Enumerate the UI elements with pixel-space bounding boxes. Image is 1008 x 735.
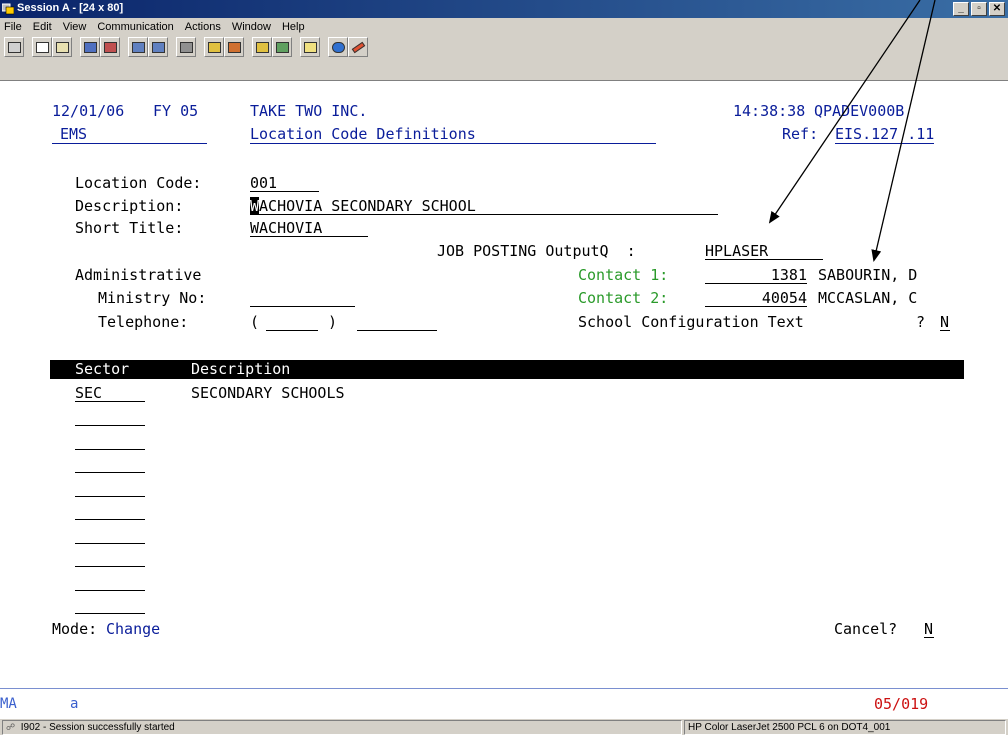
sector-field[interactable]: SEC bbox=[75, 384, 145, 402]
printer-name: HP Color LaserJet 2500 PCL 6 on DOT4_001 bbox=[688, 722, 891, 733]
status-message-pane: ☍ I902 - Session successfully started bbox=[2, 720, 682, 735]
receive-icon[interactable] bbox=[100, 37, 120, 57]
header-device: QPADEV000B bbox=[814, 102, 905, 120]
window-titlebar[interactable]: Session A - [24 x 80] _ ▫ ✕ bbox=[0, 0, 1008, 18]
telephone-number-field[interactable] bbox=[357, 313, 437, 331]
macro-play-icon[interactable] bbox=[148, 37, 168, 57]
menu-help[interactable]: Help bbox=[282, 21, 305, 33]
ref-value[interactable]: EIS.127 .11 bbox=[835, 125, 935, 144]
menu-edit[interactable]: Edit bbox=[33, 21, 52, 33]
sector-field[interactable] bbox=[75, 408, 145, 426]
ministry-no-field[interactable] bbox=[250, 289, 355, 307]
description-text: ACHOVIA SECONDARY SCHOOL bbox=[259, 197, 476, 215]
job-posting-label: JOB POSTING OutputQ : bbox=[437, 242, 636, 260]
page-title: Location Code Definitions bbox=[250, 125, 656, 144]
transfer-send-icon[interactable] bbox=[252, 37, 272, 57]
short-title-label: Short Title: bbox=[75, 219, 184, 237]
header-fiscal-year: FY 05 bbox=[153, 102, 199, 120]
sector-field[interactable] bbox=[75, 432, 145, 450]
macro-record-icon[interactable] bbox=[128, 37, 148, 57]
contact2-id-field[interactable]: 40054 bbox=[705, 289, 807, 307]
window-title: Session A - [24 x 80] bbox=[17, 2, 124, 14]
sector-field[interactable] bbox=[75, 549, 145, 567]
job-posting-outputq-field[interactable]: HPLASER bbox=[705, 242, 823, 260]
display-icon[interactable] bbox=[4, 37, 24, 57]
menu-bar: File Edit View Communication Actions Win… bbox=[0, 18, 1008, 35]
operator-info-area: MA a 05/019 bbox=[0, 688, 1008, 718]
ministry-no-label: Ministry No: bbox=[98, 289, 207, 307]
mode-label: Mode: bbox=[52, 620, 98, 638]
pencil-icon[interactable] bbox=[348, 37, 368, 57]
header-time: 14:38:38 bbox=[733, 102, 806, 120]
location-code-label: Location Code: bbox=[75, 174, 202, 192]
status-message: I902 - Session successfully started bbox=[20, 722, 175, 733]
send-icon[interactable] bbox=[80, 37, 100, 57]
session-icon bbox=[2, 3, 14, 15]
menu-actions[interactable]: Actions bbox=[185, 21, 221, 33]
sector-field[interactable] bbox=[75, 596, 145, 614]
sector-field[interactable] bbox=[75, 455, 145, 473]
keyboard-map-icon[interactable] bbox=[204, 37, 224, 57]
sector-description: SECONDARY SCHOOLS bbox=[191, 384, 345, 402]
telephone-open-paren: ( bbox=[250, 313, 260, 331]
sector-column-header: Sector bbox=[75, 360, 130, 380]
menu-window[interactable]: Window bbox=[232, 21, 271, 33]
print-screen-icon[interactable] bbox=[176, 37, 196, 57]
sector-field[interactable] bbox=[75, 526, 145, 544]
cancel-field[interactable]: N bbox=[924, 620, 934, 638]
sector-table-header: Sector Description bbox=[50, 360, 964, 380]
location-code-field[interactable]: 001 bbox=[250, 174, 319, 192]
color-map-icon[interactable] bbox=[224, 37, 244, 57]
telephone-close-paren: ) bbox=[328, 313, 338, 331]
telephone-area-code-field[interactable] bbox=[266, 313, 318, 331]
text-cursor: W bbox=[250, 197, 260, 215]
sector-field[interactable] bbox=[75, 502, 145, 520]
school-config-field[interactable]: N bbox=[940, 313, 950, 331]
paste-icon[interactable] bbox=[52, 37, 72, 57]
ref-label: Ref: bbox=[782, 125, 819, 143]
description-label: Description: bbox=[75, 197, 184, 215]
school-config-question: ? bbox=[916, 313, 926, 331]
message-area-indicator: MA bbox=[0, 696, 17, 712]
contact1-id-field[interactable]: 1381 bbox=[705, 266, 807, 284]
menu-file[interactable]: File bbox=[4, 21, 22, 33]
session-status-icon: ☍ bbox=[6, 722, 16, 732]
mode-value: Change bbox=[106, 620, 161, 638]
terminal-screen[interactable]: 12/01/06 FY 05 TAKE TWO INC. 14:38:38 QP… bbox=[0, 82, 1008, 688]
description-column-header: Description bbox=[191, 360, 291, 380]
input-mode-indicator: a bbox=[70, 696, 79, 712]
header-module: EMS bbox=[52, 125, 208, 144]
sector-field[interactable] bbox=[75, 479, 145, 497]
short-title-field[interactable]: WACHOVIA bbox=[250, 219, 368, 237]
copy-icon[interactable] bbox=[32, 37, 52, 57]
contact2-label: Contact 2: bbox=[578, 289, 669, 307]
description-field[interactable]: WACHOVIA SECONDARY SCHOOL bbox=[250, 197, 718, 215]
toolbar bbox=[0, 35, 1008, 81]
maximize-button[interactable]: ▫ bbox=[971, 2, 987, 16]
header-company: TAKE TWO INC. bbox=[250, 102, 368, 120]
contact2-name: MCCASLAN, C bbox=[818, 289, 918, 307]
close-button[interactable]: ✕ bbox=[989, 2, 1005, 16]
header-date: 12/01/06 bbox=[52, 102, 125, 120]
transfer-receive-icon[interactable] bbox=[272, 37, 292, 57]
minimize-button[interactable]: _ bbox=[953, 2, 969, 16]
school-config-label: School Configuration Text bbox=[578, 313, 804, 331]
telephone-label: Telephone: bbox=[98, 313, 189, 331]
contact1-name: SABOURIN, D bbox=[818, 266, 918, 284]
cursor-position: 05/019 bbox=[874, 695, 929, 713]
globe-icon[interactable] bbox=[328, 37, 348, 57]
contact1-label: Contact 1: bbox=[578, 266, 669, 284]
status-bar: ☍ I902 - Session successfully started HP… bbox=[0, 718, 1008, 735]
sector-field[interactable] bbox=[75, 573, 145, 591]
clipboard-icon[interactable] bbox=[300, 37, 320, 57]
cancel-label: Cancel? bbox=[834, 620, 898, 638]
printer-pane: HP Color LaserJet 2500 PCL 6 on DOT4_001 bbox=[684, 720, 1006, 735]
menu-communication[interactable]: Communication bbox=[97, 21, 173, 33]
menu-view[interactable]: View bbox=[63, 21, 87, 33]
administrative-label: Administrative bbox=[75, 266, 202, 284]
